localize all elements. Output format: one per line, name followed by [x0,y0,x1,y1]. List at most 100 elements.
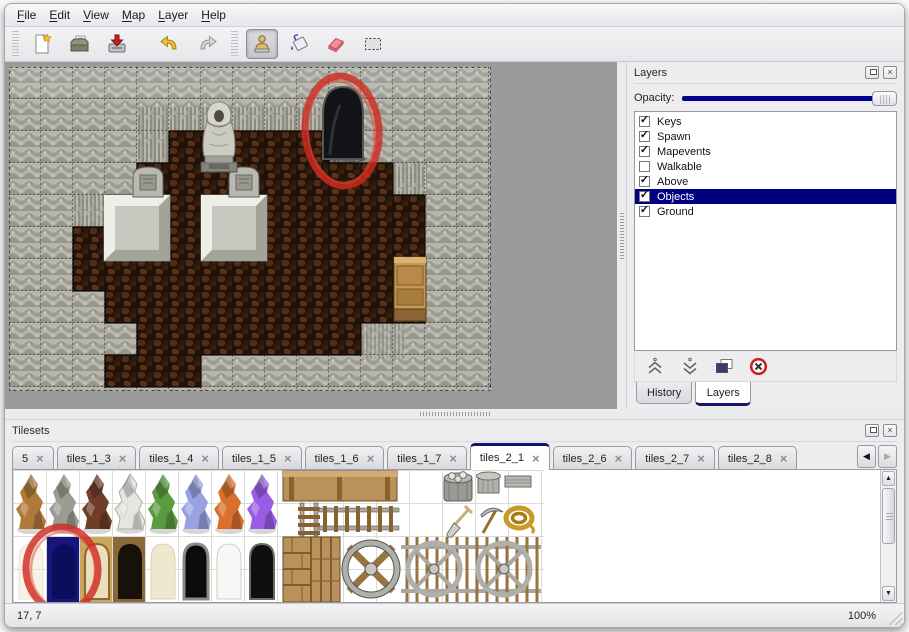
float-panel-icon[interactable] [865,424,879,437]
layer-row[interactable]: ✓ Keys [635,114,896,129]
layer-row[interactable]: ✓ Objects [635,189,896,204]
layer-row[interactable]: ✓ Spawn [635,129,896,144]
tileset-tab[interactable]: tiles_2_8 × [718,446,798,470]
tile-arch-cream[interactable] [151,544,175,599]
opacity-slider-track[interactable] [682,96,893,101]
toolbar-drag-handle[interactable] [231,31,238,57]
tab-close-icon[interactable]: × [780,452,788,465]
tile-shovel[interactable] [447,506,472,537]
tile-stalagmite-umber[interactable] [82,474,112,534]
opacity-slider-thumb[interactable] [872,91,897,106]
menu-item[interactable]: Help [201,8,226,22]
menu-item[interactable]: File [17,8,36,22]
layer-visibility-checkbox[interactable]: ✓ [639,206,650,217]
menu-item[interactable]: Layer [158,8,188,22]
tileset-tab[interactable]: tiles_1_3 × [57,446,137,470]
close-panel-icon[interactable]: × [883,424,897,437]
vertical-splitter[interactable] [617,62,626,409]
tileset-tab[interactable]: tiles_1_5 × [222,446,302,470]
layer-visibility-checkbox[interactable]: ✓ [639,161,650,172]
scroll-up-icon[interactable]: ▲ [882,471,895,486]
layer-visibility-checkbox[interactable]: ✓ [639,146,650,157]
layer-visibility-checkbox[interactable]: ✓ [639,176,650,187]
tileset-tab[interactable]: tiles_1_7 × [387,446,467,470]
rect-select-tool-button[interactable] [357,29,389,59]
tile-crystal-blue[interactable] [181,474,211,534]
map-canvas[interactable] [9,67,491,391]
layer-row[interactable]: ✓ Walkable [635,159,896,174]
tile-rail-vertical[interactable] [298,503,320,536]
tab-close-icon[interactable]: × [615,452,623,465]
tileset-scrollbar[interactable]: ▲ ▼ [880,470,896,602]
eraser-tool-button[interactable] [320,29,352,59]
tile-wood-ledge[interactable] [283,471,397,501]
layer-list[interactable]: ✓ Keys ✓ Spawn ✓ Mapevents ✓ Walkable ✓ … [634,111,897,351]
tileset-image[interactable] [13,470,544,602]
tileset-tab[interactable]: tiles_2_1 × [470,443,550,470]
move-layer-up-button[interactable] [645,357,665,376]
map-viewport[interactable] [5,62,617,409]
open-button[interactable] [64,29,96,59]
tile-stalagmite-green[interactable] [148,474,178,534]
tile-stalagmite-ice[interactable] [115,474,145,534]
tab-close-icon[interactable]: × [532,452,540,465]
move-layer-down-button[interactable] [680,357,700,376]
tileset-tab[interactable]: tiles_2_6 × [553,446,633,470]
layer-visibility-checkbox[interactable]: ✓ [639,131,650,142]
tab-scroll-right-button[interactable]: ▶ [878,445,897,468]
tab-close-icon[interactable]: × [367,452,375,465]
stamp-tool-button[interactable] [246,29,278,59]
menu-item[interactable]: Edit [49,8,70,22]
tile-rail-horizontal[interactable] [319,506,399,532]
menu-item[interactable]: View [83,8,109,22]
tileset-tab[interactable]: tiles_1_6 × [305,446,385,470]
tab-scroll-left-button[interactable]: ◀ [857,445,876,468]
layer-row[interactable]: ✓ Above [635,174,896,189]
fill-tool-button[interactable] [283,29,315,59]
tileset-tab[interactable]: tiles_1_4 × [139,446,219,470]
tile-planks[interactable] [283,537,340,602]
close-panel-icon[interactable]: × [883,66,897,79]
tile-barrel-skulls[interactable] [444,472,472,501]
tab-close-icon[interactable]: × [201,452,209,465]
tile-track-junction[interactable] [401,537,541,602]
tab-close-icon[interactable]: × [697,452,705,465]
tile-doorway-arch[interactable] [118,544,142,599]
tile-cave-mouth[interactable] [184,544,208,599]
tile-cart-wheel[interactable] [342,540,400,598]
layer-row[interactable]: ✓ Mapevents [635,144,896,159]
menu-item[interactable]: Map [122,8,145,22]
tileset-tab[interactable]: 5 × [12,446,54,470]
tileset-tab[interactable]: tiles_2_7 × [635,446,715,470]
tab-close-icon[interactable]: × [36,452,44,465]
tile-pickaxe[interactable] [481,508,503,533]
tile-rope-coil[interactable] [506,508,533,533]
tileset-view[interactable]: ▲ ▼ [12,469,897,603]
toolbar-drag-handle[interactable] [12,31,19,57]
tab-close-icon[interactable]: × [284,452,292,465]
float-panel-icon[interactable] [865,66,879,79]
layer-visibility-checkbox[interactable]: ✓ [639,191,650,202]
opacity-slider[interactable] [682,90,897,107]
tile-gray-beam[interactable] [505,476,531,487]
tile-selected-tile-arch[interactable] [52,544,76,599]
dock-tab[interactable]: Layers [695,382,751,406]
tab-close-icon[interactable]: × [119,452,127,465]
tile-crystal-orange[interactable] [214,474,244,534]
save-button[interactable] [101,29,133,59]
tile-stalagmite-gold[interactable] [16,474,46,534]
scroll-down-icon[interactable]: ▼ [882,586,895,601]
tile-stone-column[interactable] [477,472,501,493]
tile-arch-white[interactable] [217,544,241,599]
redo-button[interactable] [191,29,223,59]
undo-button[interactable] [154,29,186,59]
duplicate-layer-button[interactable] [715,358,734,375]
tab-close-icon[interactable]: × [449,452,457,465]
tile-crystal-purple[interactable] [247,474,277,534]
layer-row[interactable]: ✓ Ground [635,204,896,219]
delete-layer-button[interactable] [749,357,768,376]
scrollbar-thumb[interactable] [882,488,895,544]
layer-visibility-checkbox[interactable]: ✓ [639,116,650,127]
new-file-button[interactable] [27,29,59,59]
dock-tab[interactable]: History [636,382,692,404]
